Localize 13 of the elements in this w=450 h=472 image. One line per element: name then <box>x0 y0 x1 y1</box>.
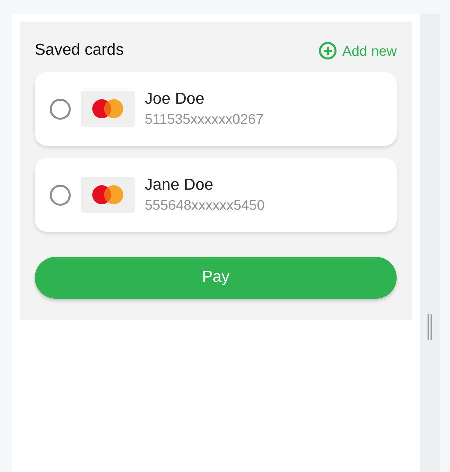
section-title: Saved cards <box>35 41 124 61</box>
saved-card[interactable]: Jane Doe 555648xxxxxx5450 <box>35 158 397 232</box>
saved-card[interactable]: Joe Doe 511535xxxxxx0267 <box>35 72 397 146</box>
mastercard-icon <box>92 185 124 205</box>
plus-circle-icon <box>318 42 337 60</box>
card-number: 511535xxxxxx0267 <box>145 110 264 128</box>
resize-handle-icon[interactable] <box>427 314 433 340</box>
card-number: 555648xxxxxx5450 <box>145 196 265 214</box>
mastercard-icon <box>92 99 124 119</box>
cardholder-name: Joe Doe <box>145 90 206 110</box>
radio-button[interactable] <box>50 98 71 120</box>
radio-button[interactable] <box>50 184 71 206</box>
cardholder-name: Jane Doe <box>145 176 214 196</box>
